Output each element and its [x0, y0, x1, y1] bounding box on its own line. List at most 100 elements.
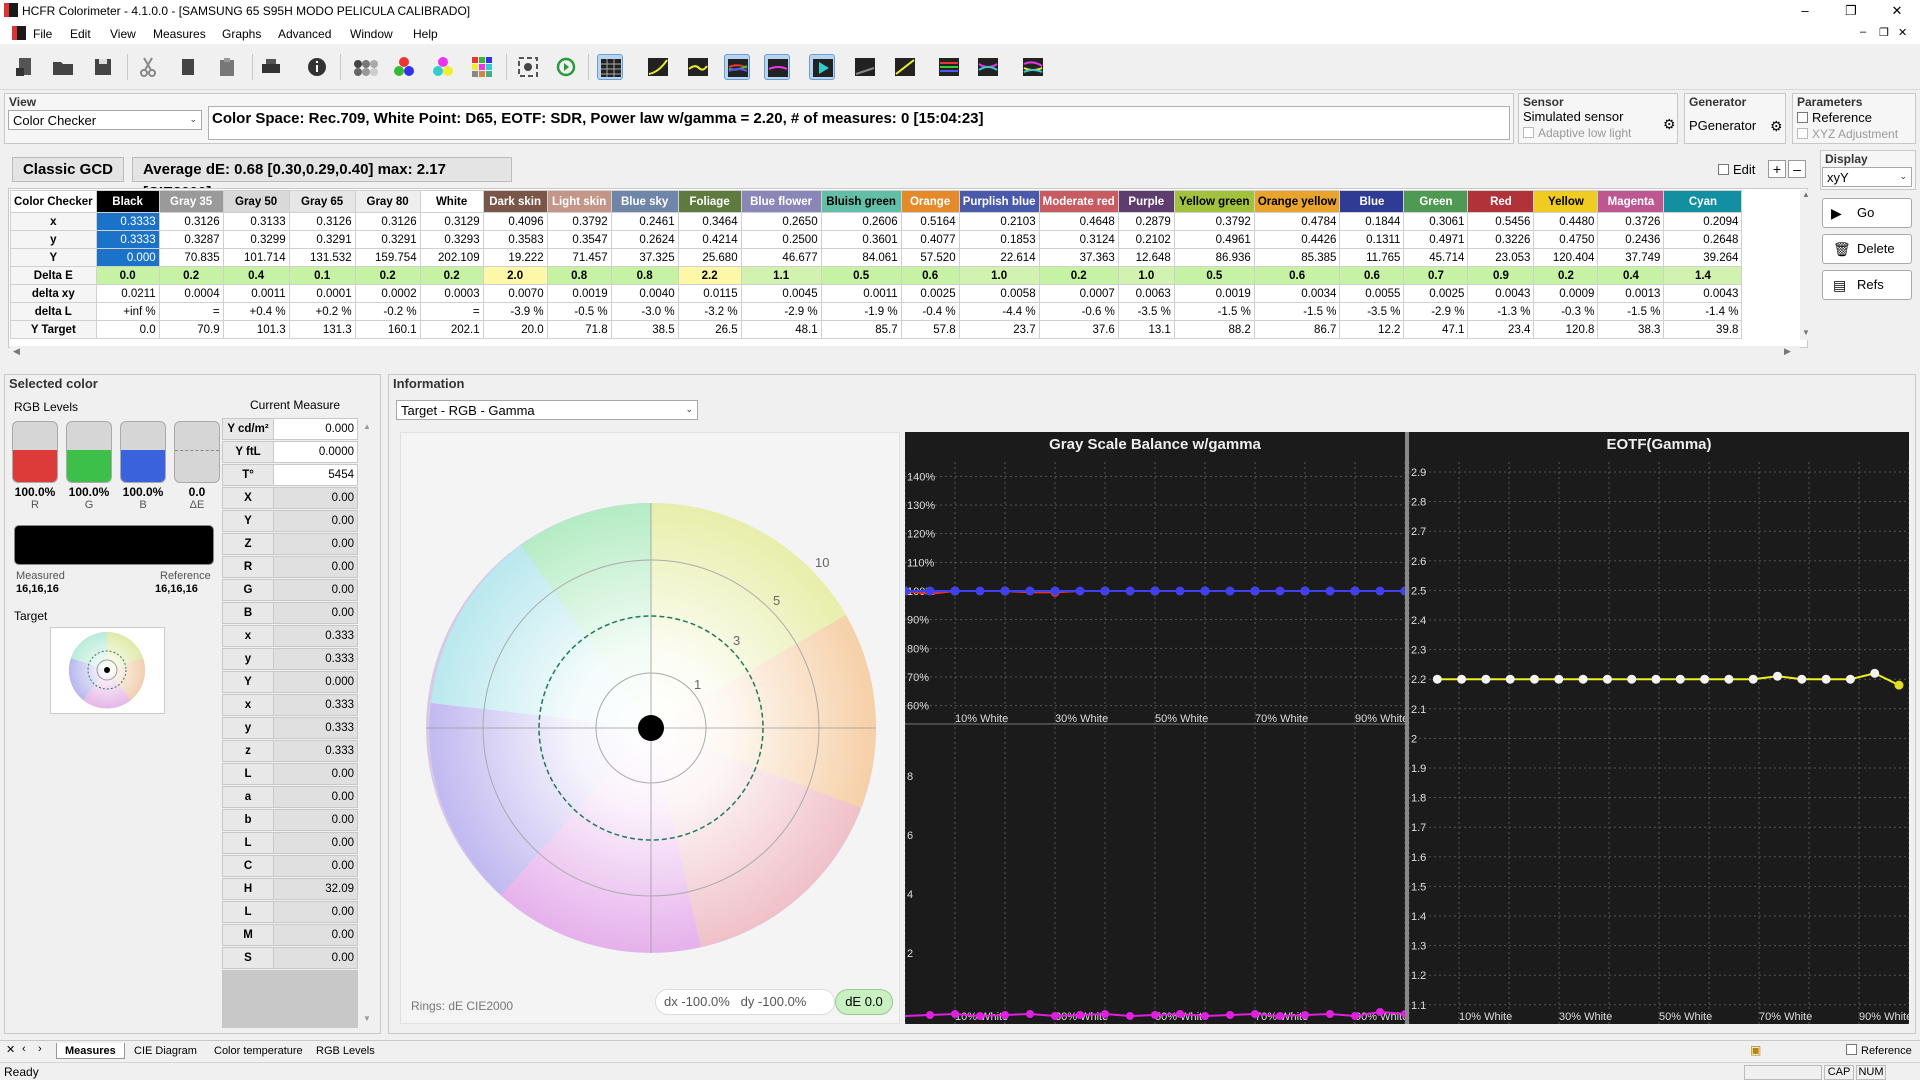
xyz-adjustment-checkbox[interactable]: XYZ Adjustment — [1797, 127, 1898, 141]
reference-checkbox[interactable]: Reference — [1797, 110, 1872, 125]
grid-cell[interactable]: 1.1 — [740, 266, 822, 285]
grid-cell[interactable]: -3.2 % — [677, 302, 742, 321]
grid-cell[interactable]: 70.835 — [158, 248, 224, 267]
grid-cell[interactable]: +inf % — [95, 302, 160, 321]
grid-cell[interactable]: 71.8 — [546, 320, 612, 339]
grid-cell[interactable]: 0.3129 — [419, 212, 484, 231]
grid-cell[interactable]: -2.9 % — [740, 302, 822, 321]
grid-cell[interactable]: 0.0007 — [1038, 284, 1119, 303]
grid-cell[interactable]: 0.2 — [1533, 266, 1599, 285]
open-icon[interactable] — [50, 54, 76, 80]
grid-cell[interactable]: 0.2 — [419, 266, 484, 285]
grid-cell[interactable]: 0.4214 — [677, 230, 742, 249]
grid-view-icon[interactable] — [597, 54, 623, 80]
grid-cell[interactable]: 0.2648 — [1663, 230, 1743, 249]
grid-cell[interactable]: -1.5 % — [1597, 302, 1665, 321]
paste-icon[interactable] — [214, 54, 240, 80]
grid-cell[interactable]: 0.3291 — [354, 230, 421, 249]
grid-cell[interactable]: 22.614 — [958, 248, 1040, 267]
display-select[interactable]: xyY ⌄ — [1822, 167, 1912, 187]
grid-cell[interactable]: 1.4 — [1663, 266, 1743, 285]
grid-cell[interactable]: -1.4 % — [1663, 302, 1743, 321]
adaptive-low-light-checkbox[interactable]: Adaptive low light — [1523, 126, 1631, 140]
grid-cell[interactable]: 57.8 — [900, 320, 960, 339]
grid-cell[interactable]: 39.8 — [1663, 320, 1743, 339]
grid-cell[interactable]: 0.6 — [900, 266, 960, 285]
grid-column-header[interactable]: Purple — [1117, 190, 1175, 213]
grid-cell[interactable]: 0.2436 — [1597, 230, 1665, 249]
grid-column-header[interactable]: Gray 50 — [222, 190, 290, 213]
play-graph-icon[interactable] — [809, 54, 835, 80]
grid-cell[interactable]: 0.0019 — [546, 284, 612, 303]
grid-cell[interactable]: +0.2 % — [288, 302, 356, 321]
grid-cell[interactable]: 0.3126 — [158, 212, 224, 231]
grid-cell[interactable]: 86.7 — [1253, 320, 1341, 339]
measures-graph-icon[interactable] — [1020, 54, 1046, 80]
grid-cell[interactable]: 0.3226 — [1467, 230, 1535, 249]
grid-cell[interactable]: 131.532 — [288, 248, 356, 267]
minimize-button[interactable]: – — [1782, 0, 1828, 22]
sat-shift-icon[interactable] — [975, 54, 1001, 80]
grid-cell[interactable]: 0.8 — [546, 266, 612, 285]
information-select[interactable]: Target - RGB - Gamma ⌄ — [396, 400, 698, 420]
grid-cell[interactable]: 0.4426 — [1253, 230, 1341, 249]
grid-cell[interactable]: 0.2624 — [610, 230, 679, 249]
grid-cell[interactable]: 12.2 — [1339, 320, 1405, 339]
grid-cell[interactable]: 23.7 — [958, 320, 1040, 339]
copy-icon[interactable] — [175, 54, 201, 80]
grid-cell[interactable]: 159.754 — [354, 248, 421, 267]
grid-cell[interactable]: -3.0 % — [610, 302, 679, 321]
grid-column-header[interactable]: Red — [1467, 190, 1535, 213]
grid-cell[interactable]: 0.2461 — [610, 212, 679, 231]
grid-column-header[interactable]: Foliage — [677, 190, 742, 213]
grid-cell[interactable]: 0.3124 — [1038, 230, 1119, 249]
grid-cell[interactable]: 0.6 — [1339, 266, 1405, 285]
grid-cell[interactable]: 1.0 — [958, 266, 1040, 285]
menu-graphs[interactable]: Graphs — [222, 27, 261, 41]
edit-checkbox[interactable]: Edit — [1718, 162, 1755, 177]
grid-cell[interactable]: 0.2879 — [1117, 212, 1175, 231]
grid-cell[interactable]: -0.6 % — [1038, 302, 1119, 321]
maximize-button[interactable]: ❐ — [1828, 0, 1874, 22]
view-select[interactable]: Color Checker ⌄ — [8, 110, 202, 130]
grid-cell[interactable]: 0.2102 — [1117, 230, 1175, 249]
grid-cell[interactable]: 85.385 — [1253, 248, 1341, 267]
grid-column-header[interactable]: Green — [1403, 190, 1469, 213]
grid-cell[interactable]: 1.0 — [1117, 266, 1175, 285]
grid-cell[interactable]: 0.1 — [288, 266, 356, 285]
grid-cell[interactable]: 86.936 — [1173, 248, 1255, 267]
grid-cell[interactable]: 0.3464 — [677, 212, 742, 231]
grid-cell[interactable]: 0.0002 — [354, 284, 421, 303]
tab-measures[interactable]: Measures — [56, 1043, 125, 1059]
go-button[interactable]: ▶ Go — [1822, 198, 1912, 228]
new-icon[interactable] — [12, 54, 38, 80]
primaries-icon[interactable] — [391, 54, 417, 80]
near-black-icon[interactable] — [852, 54, 878, 80]
grid-vertical-scrollbar[interactable]: ▲ ▼ — [1800, 190, 1812, 340]
grid-cell[interactable]: = — [419, 302, 484, 321]
tab-prev-icon[interactable]: ‹ — [22, 1043, 26, 1055]
grid-column-header[interactable]: Dark skin — [482, 190, 548, 213]
grid-cell[interactable]: -4.4 % — [958, 302, 1040, 321]
grid-cell[interactable]: 0.0001 — [288, 284, 356, 303]
grid-cell[interactable]: 131.3 — [288, 320, 356, 339]
grid-cell[interactable]: 0.0070 — [482, 284, 548, 303]
delete-button[interactable]: 🗑 Delete — [1822, 234, 1912, 264]
grid-cell[interactable]: 23.4 — [1467, 320, 1535, 339]
grid-cell[interactable]: 46.677 — [740, 248, 822, 267]
grid-cell[interactable]: -3.5 % — [1339, 302, 1405, 321]
grid-cell[interactable]: -1.5 % — [1173, 302, 1255, 321]
grid-cell[interactable]: 70.9 — [158, 320, 224, 339]
grid-cell[interactable]: 38.5 — [610, 320, 679, 339]
grid-cell[interactable]: 0.3792 — [1173, 212, 1255, 231]
tab-rgb-levels[interactable]: RGB Levels — [308, 1043, 383, 1059]
grid-cell[interactable]: 0.0055 — [1339, 284, 1405, 303]
grid-cell[interactable]: 0.2 — [1038, 266, 1119, 285]
grid-cell[interactable]: 101.3 — [222, 320, 290, 339]
grid-cell[interactable]: 0.2 — [158, 266, 224, 285]
grid-cell[interactable]: 0.4750 — [1533, 230, 1599, 249]
grid-cell[interactable]: -3.5 % — [1117, 302, 1175, 321]
grid-cell[interactable]: 0.3601 — [820, 230, 902, 249]
grid-cell[interactable]: = — [158, 302, 224, 321]
grid-cell[interactable]: 0.000 — [95, 248, 160, 267]
